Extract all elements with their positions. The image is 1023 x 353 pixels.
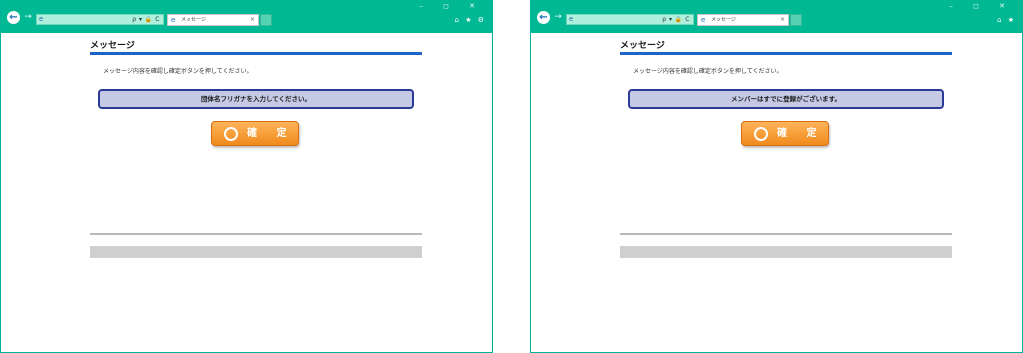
address-tools-icons[interactable]: ρ ▾ 🔒 C: [132, 15, 160, 24]
close-tab-icon[interactable]: ×: [250, 15, 255, 25]
confirm-button[interactable]: 確 定: [211, 121, 299, 146]
page-title: メッセージ: [620, 41, 665, 51]
new-tab-button[interactable]: [260, 14, 272, 26]
home-favorites-settings-icons[interactable]: ⌂ ★ ⚙: [455, 16, 486, 24]
confirm-button-label: 確 定: [247, 128, 295, 139]
tab-label: メッセージ: [711, 17, 736, 23]
browser-window-left: ← → e ρ ▾ 🔒 C e メッセージ × – ◻ ✕ ⌂ ★ ⚙ メッセー…: [0, 0, 493, 353]
address-bar[interactable]: e ρ ▾ 🔒 C: [566, 14, 694, 25]
browser-titlebar: ← → e ρ ▾ 🔒 C e メッセージ × – ◻ ✕ ⌂ ★ ⚙: [1, 0, 492, 33]
new-tab-button[interactable]: [790, 14, 802, 26]
tab-message[interactable]: e メッセージ ×: [697, 14, 789, 26]
footer-bar: [90, 246, 422, 258]
page-content: メッセージ メッセージ内容を確認し確定ボタンを押してください。 メンバーはすでに…: [531, 33, 1022, 352]
address-bar[interactable]: e ρ ▾ 🔒 C: [36, 14, 164, 25]
circle-icon: [754, 127, 768, 141]
window-controls-icons[interactable]: – ◻ ✕: [419, 2, 484, 10]
back-arrow-icon[interactable]: ←: [537, 11, 550, 24]
title-underline: [620, 52, 952, 55]
title-underline: [90, 52, 422, 55]
window-controls-icons[interactable]: – ◻ ✕: [949, 2, 1014, 10]
instruction-text: メッセージ内容を確認し確定ボタンを押してください。: [633, 68, 783, 75]
home-favorites-icons[interactable]: ⌂ ★: [997, 16, 1016, 24]
browser-window-right: ← → e ρ ▾ 🔒 C e メッセージ × – ◻ ✕ ⌂ ★ メッセージ …: [530, 0, 1023, 353]
close-tab-icon[interactable]: ×: [780, 15, 785, 25]
page-title: メッセージ: [90, 41, 135, 51]
ie-icon: e: [701, 16, 706, 24]
back-arrow-icon[interactable]: ←: [7, 11, 20, 24]
ie-icon: e: [569, 15, 574, 23]
instruction-text: メッセージ内容を確認し確定ボタンを押してください。: [103, 68, 253, 75]
tab-label: メッセージ: [181, 17, 206, 23]
footer-bar: [620, 246, 952, 258]
tab-message[interactable]: e メッセージ ×: [167, 14, 259, 26]
circle-icon: [224, 127, 238, 141]
page-content: メッセージ メッセージ内容を確認し確定ボタンを押してください。 団体名フリガナを…: [1, 33, 492, 352]
message-box: 団体名フリガナを入力してください。: [98, 89, 414, 109]
message-box: メンバーはすでに登録がございます。: [628, 89, 944, 109]
forward-arrow-icon[interactable]: →: [553, 11, 563, 24]
address-tools-icons[interactable]: ρ ▾ 🔒 C: [662, 15, 690, 24]
browser-titlebar: ← → e ρ ▾ 🔒 C e メッセージ × – ◻ ✕ ⌂ ★: [531, 0, 1022, 33]
divider: [90, 233, 422, 235]
divider: [620, 233, 952, 235]
confirm-button-label: 確 定: [777, 128, 825, 139]
forward-arrow-icon[interactable]: →: [23, 11, 33, 24]
confirm-button[interactable]: 確 定: [741, 121, 829, 146]
ie-icon: e: [171, 16, 176, 24]
ie-icon: e: [39, 15, 44, 23]
